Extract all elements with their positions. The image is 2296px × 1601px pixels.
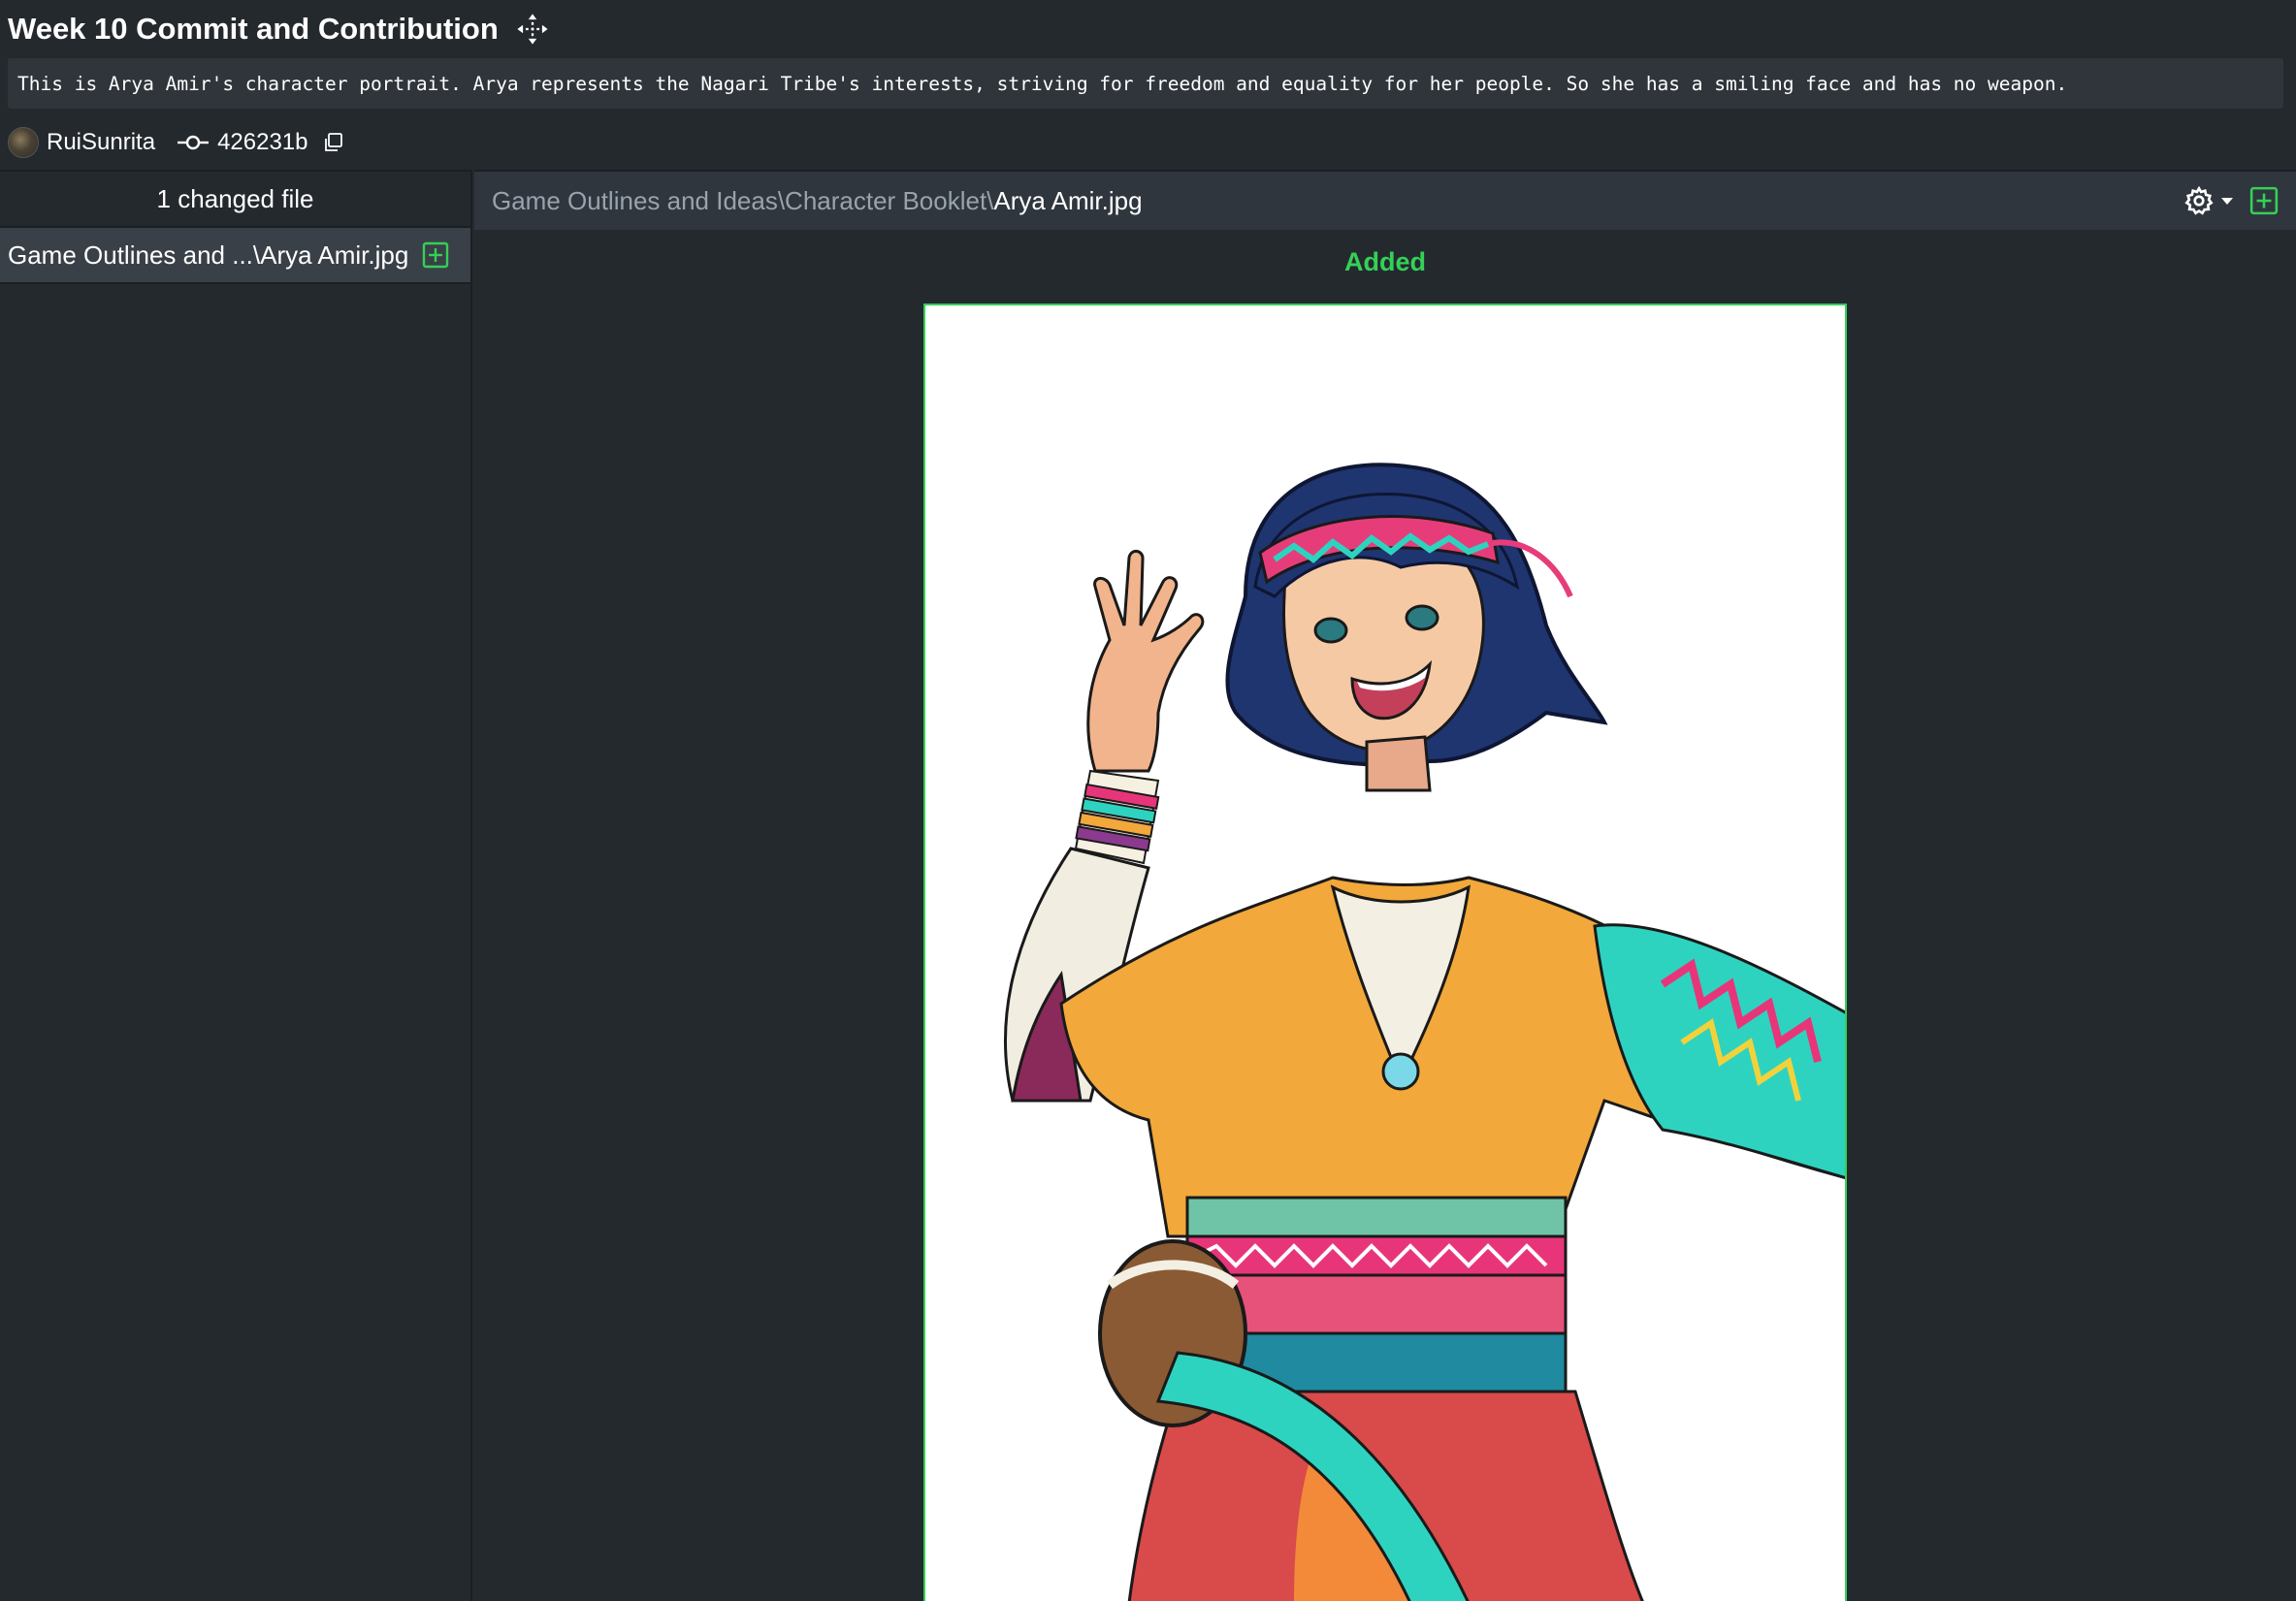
copy-icon[interactable] — [322, 132, 343, 153]
commit-view: Week 10 Commit and Contribution This is … — [0, 0, 2296, 1601]
plus-square-icon — [2249, 186, 2279, 215]
file-list-item-label: Game Outlines and ...\Arya Amir.jpg — [8, 240, 409, 270]
image-preview — [923, 304, 1847, 1601]
commit-icon — [178, 135, 210, 150]
author-name[interactable]: RuiSunrita — [47, 129, 155, 156]
gear-icon[interactable] — [2183, 185, 2215, 216]
title-row: Week 10 Commit and Contribution — [0, 0, 2296, 58]
commit-message: This is Arya Amir's character portrait. … — [8, 58, 2283, 109]
move-icon[interactable] — [516, 13, 549, 46]
avatar[interactable] — [8, 127, 39, 158]
plus-square-icon — [423, 241, 449, 269]
changed-files-count: 1 changed file — [0, 172, 470, 228]
file-status-label: Added — [1344, 247, 1426, 276]
viewer-toolbar — [2183, 172, 2279, 230]
commit-title: Week 10 Commit and Contribution — [8, 12, 499, 46]
commit-sha: 426231b — [217, 129, 308, 155]
commit-message-text: This is Arya Amir's character portrait. … — [17, 72, 2068, 95]
commit-meta: RuiSunrita 426231b — [0, 120, 776, 165]
file-path-name: Arya Amir.jpg — [993, 185, 1143, 215]
changed-files-sidebar: 1 changed file Game Outlines and ...\Ary… — [0, 170, 472, 1601]
character-portrait-image — [1004, 463, 1845, 1601]
caret-down-icon[interactable] — [2220, 196, 2234, 206]
file-path-directory: Game Outlines and Ideas\Character Bookle… — [492, 185, 994, 215]
file-path-header: Game Outlines and Ideas\Character Bookle… — [474, 170, 2296, 230]
file-list-item[interactable]: Game Outlines and ...\Arya Amir.jpg — [0, 228, 470, 284]
